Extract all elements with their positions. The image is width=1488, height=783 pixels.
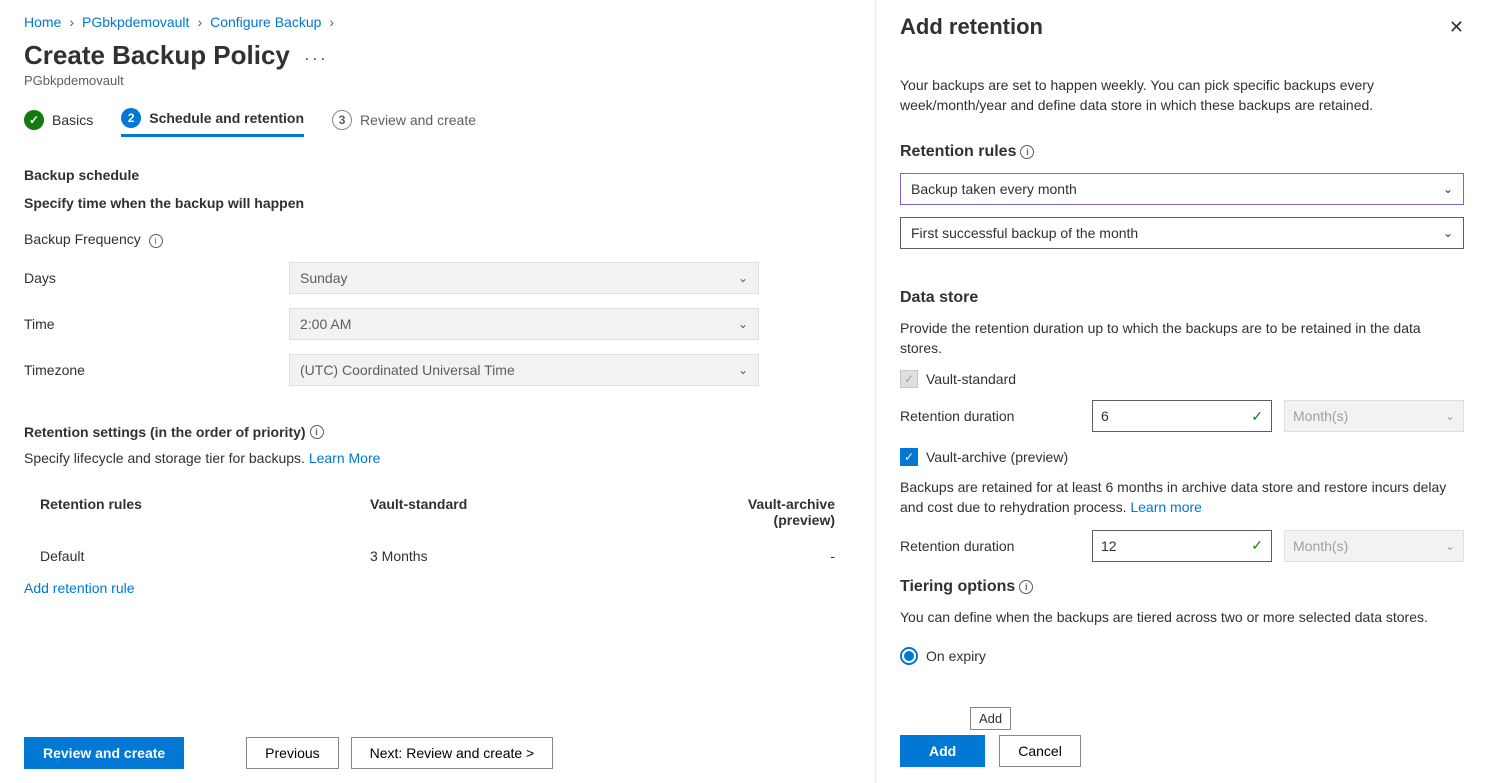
duration-value: 6	[1101, 408, 1109, 424]
page-title: Create Backup Policy	[24, 40, 290, 71]
days-value: Sunday	[300, 270, 347, 286]
schedule-desc: Specify time when the backup will happen	[24, 195, 851, 211]
chevron-down-icon: ⌄	[738, 317, 748, 331]
info-icon[interactable]: i	[310, 425, 324, 439]
vault-archive-checkbox[interactable]: ✓	[900, 448, 918, 466]
table-row: Default 3 Months -	[24, 538, 851, 574]
step-label: Basics	[52, 112, 93, 128]
time-label: Time	[24, 316, 289, 332]
info-icon[interactable]: i	[149, 234, 163, 248]
check-icon: ✓	[1251, 408, 1263, 425]
page-subtitle: PGbkpdemovault	[24, 73, 851, 88]
step-label: Review and create	[360, 112, 476, 128]
review-and-create-button[interactable]: Review and create	[24, 737, 184, 769]
chevron-down-icon: ⌄	[1445, 409, 1455, 423]
retention-rule-select[interactable]: Backup taken every month ⌄	[900, 173, 1464, 205]
timezone-dropdown[interactable]: (UTC) Coordinated Universal Time ⌄	[289, 354, 759, 386]
check-icon: ✓	[1251, 537, 1263, 554]
previous-button[interactable]: Previous	[246, 737, 338, 769]
step-number: 2	[121, 108, 141, 128]
retention-desc: Specify lifecycle and storage tier for b…	[24, 450, 851, 466]
info-icon[interactable]: i	[1020, 145, 1034, 159]
step-basics[interactable]: ✓ Basics	[24, 108, 93, 137]
learn-more-link[interactable]: Learn More	[309, 450, 381, 466]
cell-vault-standard: 3 Months	[370, 548, 710, 564]
retention-rule-condition-value: First successful backup of the month	[911, 225, 1138, 241]
chevron-down-icon: ⌄	[1443, 226, 1453, 240]
check-icon: ✓	[24, 110, 44, 130]
retention-rule-value: Backup taken every month	[911, 181, 1077, 197]
col-retention-rules: Retention rules	[40, 496, 370, 528]
days-label: Days	[24, 270, 289, 286]
vault-archive-label: Vault-archive (preview)	[926, 449, 1068, 465]
vault-standard-checkbox: ✓	[900, 370, 918, 388]
step-review[interactable]: 3 Review and create	[332, 108, 476, 137]
duration-value: 12	[1101, 538, 1117, 554]
timezone-label: Timezone	[24, 362, 289, 378]
close-icon[interactable]: ✕	[1449, 17, 1464, 38]
tiering-options-title: Tiering options i	[900, 578, 1464, 596]
step-schedule[interactable]: 2 Schedule and retention	[121, 108, 304, 137]
chevron-down-icon: ⌄	[1445, 539, 1455, 553]
chevron-down-icon: ⌄	[738, 363, 748, 377]
chevron-down-icon: ⌄	[1443, 182, 1453, 196]
more-icon[interactable]: ···	[304, 48, 328, 69]
backup-frequency-label: Backup Frequency i	[24, 231, 289, 248]
retention-duration-label: Retention duration	[900, 408, 1080, 424]
schedule-title: Backup schedule	[24, 167, 851, 183]
data-store-title: Data store	[900, 289, 1464, 307]
breadcrumb-home[interactable]: Home	[24, 14, 61, 30]
unit-value: Month(s)	[1293, 408, 1348, 424]
panel-title: Add retention	[900, 14, 1043, 40]
info-icon[interactable]: i	[1019, 580, 1033, 594]
chevron-icon: ›	[197, 14, 202, 30]
tiering-desc: You can define when the backups are tier…	[900, 608, 1464, 628]
retention-duration-archive-input[interactable]: 12 ✓	[1092, 530, 1272, 562]
breadcrumb: Home › PGbkpdemovault › Configure Backup…	[24, 14, 851, 30]
on-expiry-radio[interactable]	[900, 647, 918, 665]
add-retention-rule-link[interactable]: Add retention rule	[24, 580, 851, 596]
retention-rules-title: Retention rules i	[900, 143, 1464, 161]
retention-duration-unit[interactable]: Month(s) ⌄	[1284, 400, 1464, 432]
retention-duration-archive-unit[interactable]: Month(s) ⌄	[1284, 530, 1464, 562]
col-vault-standard: Vault-standard	[370, 496, 710, 528]
breadcrumb-configure[interactable]: Configure Backup	[210, 14, 321, 30]
add-button[interactable]: Add	[900, 735, 985, 767]
vault-standard-label: Vault-standard	[926, 371, 1016, 387]
on-expiry-label: On expiry	[926, 648, 986, 664]
cancel-button[interactable]: Cancel	[999, 735, 1081, 767]
chevron-icon: ›	[69, 14, 74, 30]
retention-duration-archive-label: Retention duration	[900, 538, 1080, 554]
breadcrumb-vault[interactable]: PGbkpdemovault	[82, 14, 189, 30]
retention-duration-input[interactable]: 6 ✓	[1092, 400, 1272, 432]
chevron-icon: ›	[329, 14, 334, 30]
timezone-value: (UTC) Coordinated Universal Time	[300, 362, 515, 378]
next-button[interactable]: Next: Review and create >	[351, 737, 554, 769]
learn-more-link[interactable]: Learn more	[1130, 499, 1202, 515]
panel-description: Your backups are set to happen weekly. Y…	[900, 76, 1464, 115]
days-dropdown[interactable]: Sunday ⌄	[289, 262, 759, 294]
col-vault-archive: Vault-archive (preview)	[710, 496, 835, 528]
step-label: Schedule and retention	[149, 110, 304, 126]
time-value: 2:00 AM	[300, 316, 351, 332]
cell-rule-name: Default	[40, 548, 370, 564]
add-tooltip: Add	[970, 707, 1011, 730]
cell-vault-archive: -	[710, 548, 835, 564]
time-dropdown[interactable]: 2:00 AM ⌄	[289, 308, 759, 340]
retention-rule-condition-select[interactable]: First successful backup of the month ⌄	[900, 217, 1464, 249]
step-number: 3	[332, 110, 352, 130]
retention-settings-title: Retention settings (in the order of prio…	[24, 424, 851, 440]
unit-value: Month(s)	[1293, 538, 1348, 554]
data-store-desc: Provide the retention duration up to whi…	[900, 319, 1464, 358]
chevron-down-icon: ⌄	[738, 271, 748, 285]
archive-note: Backups are retained for at least 6 mont…	[900, 478, 1464, 517]
